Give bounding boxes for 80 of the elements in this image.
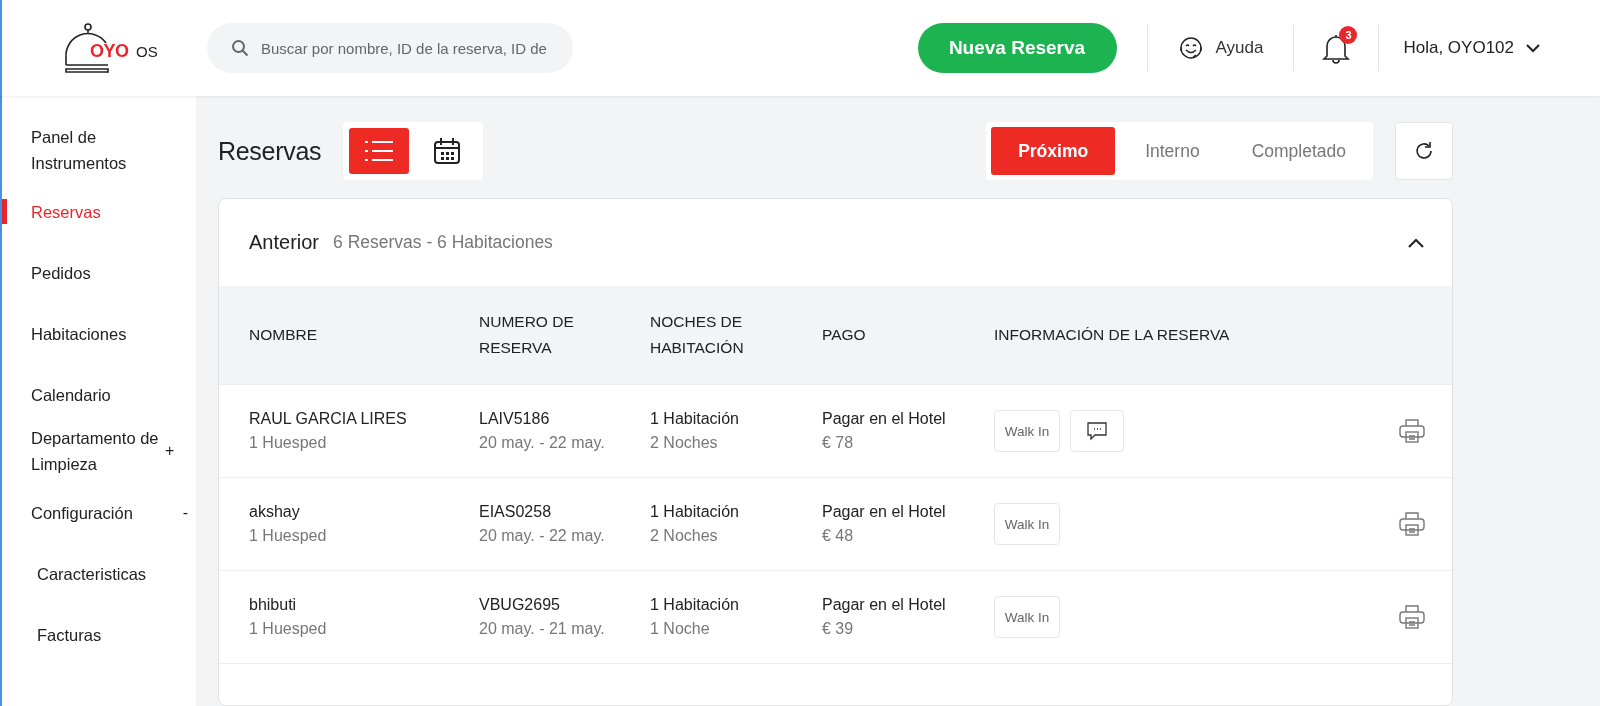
search-field[interactable]: Buscar por nombre, ID de la reserva, ID de — [207, 23, 573, 73]
payment-amount: € 78 — [822, 434, 855, 452]
chevron-up-icon[interactable] — [1408, 237, 1424, 248]
guest-count: 1 Huesped — [249, 434, 328, 452]
list-view-button[interactable] — [349, 128, 410, 174]
sidebar-item[interactable]: Facturas — [2, 604, 196, 665]
booking-number: VBUG2695 — [479, 596, 561, 614]
sidebar-item-label: Panel de Instrumentos — [31, 127, 128, 174]
sidebar-item[interactable]: Caracteristicas — [2, 543, 196, 604]
logo-suffix: OS — [136, 43, 158, 60]
payment-amount: € 48 — [822, 527, 855, 545]
sidebar-item-label: Departamento de Limpieza — [31, 428, 160, 475]
printer-icon[interactable] — [1399, 418, 1425, 444]
sidebar-item-label: Reservas — [31, 201, 102, 223]
room-count: 1 Habitación — [650, 596, 740, 614]
sidebar-item-label: Configuración — [31, 502, 134, 524]
sidebar-item[interactable]: Pedidos — [2, 242, 196, 303]
sidebar-item[interactable]: Panel de Instrumentos — [2, 124, 196, 176]
booking-source-tag: Walk In — [994, 596, 1060, 638]
column-header: NUMERO DE RESERVA — [479, 312, 575, 358]
sidebar-item-label: Habitaciones — [31, 323, 128, 345]
stay-dates: 20 may. - 22 may. — [479, 434, 606, 452]
booking-source-tag: Walk In — [994, 503, 1060, 545]
column-header: NOMBRE — [249, 325, 319, 345]
active-indicator — [2, 199, 7, 224]
printer-icon[interactable] — [1399, 604, 1425, 630]
guest-count: 1 Huesped — [249, 620, 328, 638]
booking-number: LAIV5186 — [479, 410, 551, 428]
tab[interactable]: Interno — [1123, 127, 1222, 175]
payment-method: Pagar en el Hotel — [822, 503, 947, 521]
sidebar-item[interactable]: Configuración - — [2, 482, 196, 543]
column-header: PAGO — [822, 325, 867, 345]
sidebar-item[interactable]: Departamento de Limpieza + — [2, 425, 196, 477]
expand-toggle[interactable]: + — [165, 438, 175, 464]
headset-icon[interactable] — [1177, 35, 1204, 61]
tab[interactable]: Próximo — [991, 127, 1116, 175]
comment-button[interactable] — [1070, 410, 1124, 452]
refresh-button[interactable] — [1395, 122, 1453, 180]
night-count: 1 Noche — [650, 620, 711, 638]
column-header: NOCHES DE HABITACIÓN — [650, 312, 745, 358]
comment-icon — [1087, 421, 1107, 441]
payment-amount: € 39 — [822, 620, 855, 638]
sidebar-item[interactable]: Calendario — [2, 364, 196, 425]
help-link[interactable]: Ayuda — [1215, 38, 1264, 58]
guest-name: RAUL GARCIA LIRES — [249, 410, 408, 428]
guest-count: 1 Huesped — [249, 527, 328, 545]
booking-number: EIAS0258 — [479, 503, 553, 521]
refresh-icon — [1414, 141, 1434, 161]
logo[interactable]: OYO OS — [62, 23, 162, 73]
room-count: 1 Habitación — [650, 503, 740, 521]
page-title: Reservas — [218, 136, 322, 166]
calendar-icon — [433, 137, 462, 165]
expand-toggle[interactable]: - — [182, 499, 188, 526]
bell-icon[interactable] — [1322, 32, 1351, 64]
section-title: Anterior — [249, 231, 320, 254]
logo-brand: OYO — [90, 41, 129, 62]
guest-name: akshay — [249, 503, 301, 521]
guest-name: bhibuti — [249, 596, 298, 614]
payment-method: Pagar en el Hotel — [822, 410, 947, 428]
sidebar-item[interactable]: Reservas — [2, 181, 196, 242]
user-menu[interactable]: Hola, OYO102 — [1403, 38, 1514, 58]
stay-dates: 20 may. - 21 may. — [479, 620, 606, 638]
chevron-down-icon[interactable] — [1526, 43, 1540, 53]
list-icon — [364, 140, 395, 162]
night-count: 2 Noches — [650, 434, 719, 452]
booking-source-tag: Walk In — [994, 410, 1060, 452]
sidebar-item-label: Facturas — [37, 624, 103, 646]
payment-method: Pagar en el Hotel — [822, 596, 947, 614]
printer-icon[interactable] — [1399, 511, 1425, 537]
tab[interactable]: Completado — [1229, 127, 1368, 175]
sidebar-item-label: Pedidos — [31, 262, 92, 284]
section-summary: 6 Reservas - 6 Habitaciones — [333, 232, 553, 253]
sidebar-item[interactable]: Habitaciones — [2, 303, 196, 364]
notification-badge: 3 — [1339, 26, 1358, 44]
sidebar-item-label: Caracteristicas — [37, 563, 148, 585]
stay-dates: 20 may. - 22 may. — [479, 527, 606, 545]
column-header: INFORMACIÓN DE LA RESERVA — [994, 325, 1231, 345]
sidebar-item-label: Calendario — [31, 384, 112, 406]
night-count: 2 Noches — [650, 527, 719, 545]
room-count: 1 Habitación — [650, 410, 740, 428]
